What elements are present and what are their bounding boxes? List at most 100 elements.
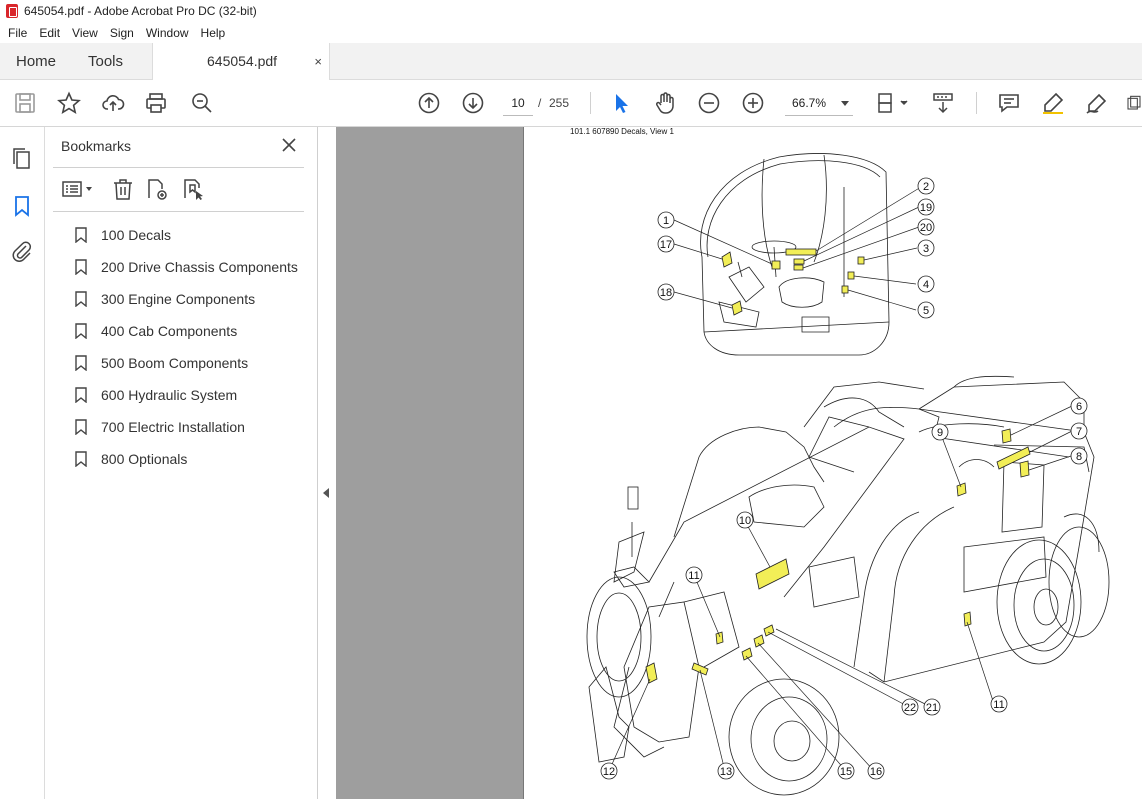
bookmark-item-label: 600 Hydraulic System [101,387,238,403]
decal-19 [793,258,805,265]
chevron-left-icon [323,488,329,498]
tab-document[interactable]: 645054.pdf × [152,43,330,80]
menu-sign[interactable]: Sign [104,26,140,40]
bookmark-icon [75,387,87,403]
decal-11a [715,631,724,645]
bookmark-options-icon[interactable] [61,177,97,201]
callout-8: 8 [1076,451,1082,463]
window-title: 645054.pdf - Adobe Acrobat Pro DC (32-bi… [24,4,257,18]
page-number-input[interactable]: 10 [503,90,533,116]
tab-home[interactable]: Home [16,43,56,80]
bookmark-panel-icon[interactable] [10,194,34,218]
decal-2 [785,248,817,256]
menu-edit[interactable]: Edit [33,26,66,40]
toolbar-divider [976,92,977,114]
bookmark-item-cab[interactable]: 400 Cab Components [75,315,315,347]
menu-view[interactable]: View [66,26,104,40]
new-bookmark-icon[interactable] [145,177,169,201]
callout-5: 5 [923,305,929,317]
tab-close-icon[interactable]: × [314,43,322,80]
bookmarks-panel: Bookmarks 100 Decals 200 Drive Chassis C… [45,127,318,799]
bookmark-icon [75,323,87,339]
bookmark-icon [75,291,87,307]
select-cursor-icon[interactable] [608,90,634,116]
zoom-out-icon[interactable] [696,90,722,116]
callout-4: 4 [923,279,929,291]
decal-4 [847,271,855,280]
decal-10 [755,558,790,590]
draw-sign-icon[interactable] [1084,90,1110,116]
pdf-page: 101.1 607890 Decals, View 1 1 17 18 2 19… [523,127,1142,799]
menu-file[interactable]: File [2,26,33,40]
upload-cloud-icon[interactable] [100,90,126,116]
callout-6: 6 [1076,401,1082,413]
bookmark-item-label: 800 Optionals [101,451,188,467]
bookmark-item-drive-chassis[interactable]: 200 Drive Chassis Components [75,251,315,283]
pdf-file-icon [6,4,18,18]
bookmark-item-decals[interactable]: 100 Decals [75,219,315,251]
star-icon[interactable] [56,90,82,116]
callout-17: 17 [660,239,672,251]
attachments-icon[interactable] [10,239,34,263]
document-viewport[interactable]: 101.1 607890 Decals, View 1 1 17 18 2 19… [336,127,1142,799]
comment-icon[interactable] [996,90,1022,116]
main-toolbar [0,80,1142,127]
bookmark-item-electric[interactable]: 700 Electric Installation [75,411,315,443]
divider [53,211,304,212]
close-icon[interactable] [281,137,297,153]
decal-5 [841,285,849,294]
zoom-level-select[interactable]: 66.7% [785,90,853,116]
print-icon[interactable] [143,90,169,116]
next-page-icon[interactable] [460,90,486,116]
zoom-level-value: 66.7% [792,96,827,110]
bookmark-item-label: 500 Boom Components [101,355,249,371]
callout-18: 18 [660,287,672,299]
callout-13: 13 [720,766,732,778]
decals-technical-drawing: 1 17 18 2 19 20 3 4 5 6 7 8 9 10 11 11 1… [586,153,1110,796]
bookmark-icon [75,451,87,467]
navigation-rail [0,127,45,799]
callout-2: 2 [923,181,929,193]
divider [53,167,304,168]
bookmark-item-boom[interactable]: 500 Boom Components [75,347,315,379]
callout-9: 9 [937,427,943,439]
tab-bar: Home Tools 645054.pdf × [0,43,1142,80]
fit-page-icon[interactable] [874,90,912,116]
page-separator: / [538,96,542,110]
decal-8 [1019,460,1030,478]
callout-20: 20 [920,222,932,234]
menu-window[interactable]: Window [140,26,195,40]
save-icon[interactable] [12,90,38,116]
bookmark-item-label: 200 Drive Chassis Components [101,259,298,275]
bookmark-item-engine[interactable]: 300 Engine Components [75,283,315,315]
callout-12: 12 [603,766,615,778]
hand-tool-icon[interactable] [652,90,678,116]
bookmark-item-hydraulic[interactable]: 600 Hydraulic System [75,379,315,411]
callout-7: 7 [1076,426,1082,438]
highlight-pen-icon[interactable] [1040,90,1066,116]
tab-document-label: 645054.pdf [207,53,278,69]
bookmark-icon [75,259,87,275]
scroll-mode-icon[interactable] [930,90,956,116]
chevron-down-icon [841,101,849,106]
callout-22: 22 [904,702,916,714]
more-tools-icon[interactable] [1126,90,1142,116]
toolbar-divider [590,92,591,114]
bookmark-item-optionals[interactable]: 800 Optionals [75,443,315,475]
search-zoom-icon[interactable] [189,90,215,116]
decal-3 [857,256,865,265]
bookmark-icon [75,419,87,435]
bookmark-item-label: 400 Cab Components [101,323,238,339]
bookmark-from-selection-icon[interactable] [181,177,205,201]
delete-bookmark-icon[interactable] [111,177,135,201]
callout-1: 1 [663,215,669,227]
tab-tools[interactable]: Tools [88,43,123,80]
bookmark-item-label: 300 Engine Components [101,291,256,307]
page-thumbnails-icon[interactable] [10,147,34,171]
panel-collapse-handle[interactable] [318,127,336,799]
zoom-in-icon[interactable] [740,90,766,116]
title-bar: 645054.pdf - Adobe Acrobat Pro DC (32-bi… [0,0,1142,22]
menu-help[interactable]: Help [195,26,232,40]
previous-page-icon[interactable] [416,90,442,116]
decal-9 [956,482,967,497]
